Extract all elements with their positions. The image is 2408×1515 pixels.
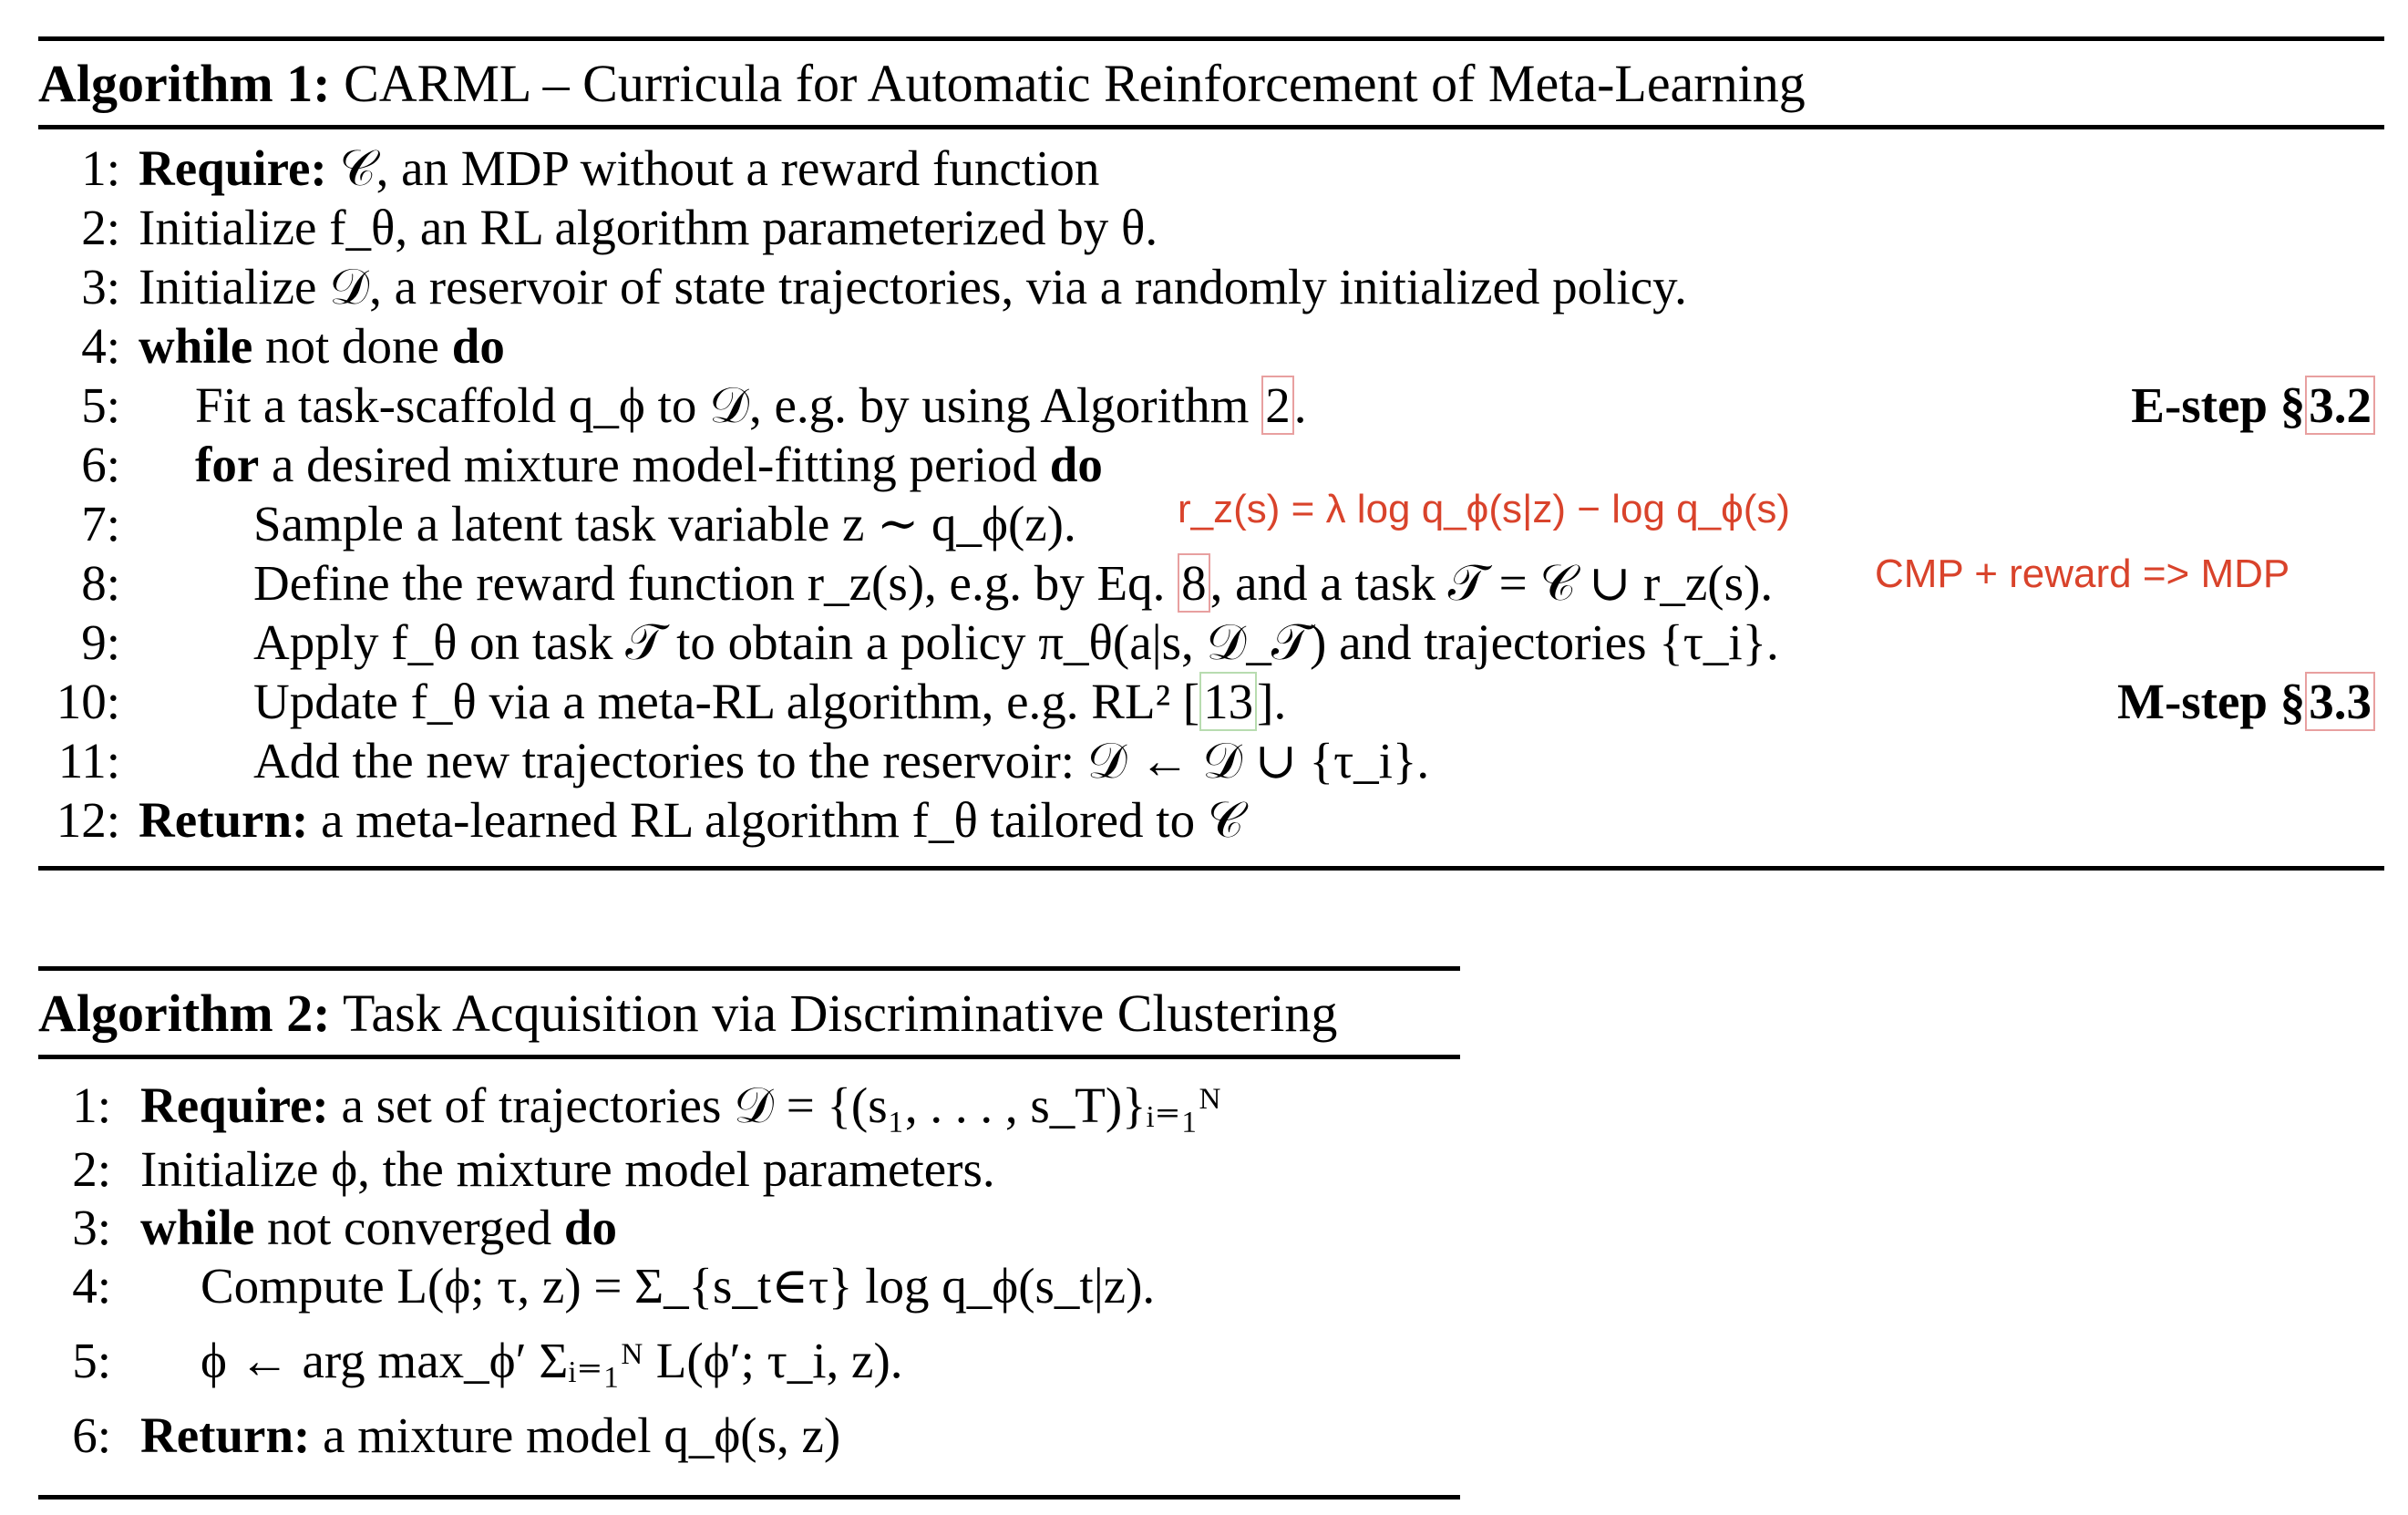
algo1-line-5: 5: Fit a task-scaffold q_ϕ to 𝒟, e.g. by… bbox=[38, 376, 2384, 435]
line-text: Initialize 𝒟, a reservoir of state traje… bbox=[139, 259, 1687, 314]
algo2-line-4: 4: Compute L(ϕ; τ, z) = Σ_{s_t∈τ} log q_… bbox=[38, 1256, 1460, 1331]
line-body: Require: 𝒞, an MDP without a reward func… bbox=[139, 139, 1099, 198]
keyword: Return: bbox=[140, 1407, 311, 1463]
line-text: a set of trajectories 𝒟 = {(s₁, . . . , … bbox=[341, 1077, 1222, 1133]
line-text: Update f_θ via a meta-RL algorithm, e.g.… bbox=[253, 674, 1200, 729]
line-tail: . bbox=[1293, 377, 1307, 433]
step-text: E-step § bbox=[2131, 377, 2306, 433]
line-number: 9: bbox=[81, 614, 120, 670]
algo1-line-9: 9: Apply f_θ on task 𝒯 to obtain a polic… bbox=[38, 613, 2384, 672]
line-number: 2: bbox=[81, 200, 120, 255]
citation-link[interactable]: 13 bbox=[1199, 672, 1258, 731]
keyword: do bbox=[1049, 437, 1103, 492]
keyword: while bbox=[139, 318, 253, 374]
algo2-line-2: 2: Initialize ϕ, the mixture model param… bbox=[38, 1139, 1460, 1198]
algo1-line-8: 8: Define the reward function r_z(s), e.… bbox=[38, 551, 2384, 613]
step-text: M-step § bbox=[2117, 674, 2306, 729]
line-text: Add the new trajectories to the reservoi… bbox=[253, 733, 1430, 788]
algorithm-2-block: Algorithm 2: Task Acquisition via Discri… bbox=[38, 966, 1460, 1500]
line-text: Sample a latent task variable z ∼ q_ϕ(z)… bbox=[253, 496, 1076, 551]
algo1-line-3: 3: Initialize 𝒟, a reservoir of state tr… bbox=[38, 257, 2384, 316]
algorithm-1-block: Algorithm 1: CARML – Curricula for Autom… bbox=[38, 36, 2384, 871]
line-number: 2: bbox=[72, 1141, 111, 1197]
line-text: Compute L(ϕ; τ, z) = Σ_{s_t∈τ} log q_ϕ(s… bbox=[201, 1258, 1156, 1314]
algorithm-reference-link[interactable]: 2 bbox=[1261, 376, 1294, 435]
keyword: do bbox=[563, 1200, 617, 1255]
line-number: 1: bbox=[81, 140, 120, 196]
line-text: a meta-learned RL algorithm f_θ tailored… bbox=[321, 792, 1244, 848]
algo1-line-1: 1: Require: 𝒞, an MDP without a reward f… bbox=[38, 139, 2384, 198]
algorithm-1-title: Algorithm 1: CARML – Curricula for Autom… bbox=[38, 41, 2384, 125]
line-text: Apply f_θ on task 𝒯 to obtain a policy π… bbox=[253, 614, 1779, 670]
algorithm-2-lines: 1: Require: a set of trajectories 𝒟 = {(… bbox=[38, 1059, 1460, 1495]
algo1-line-4: 4: while not done do bbox=[38, 316, 2384, 376]
keyword: while bbox=[140, 1200, 255, 1255]
line-number: 1: bbox=[72, 1077, 111, 1133]
line-tail: ]. bbox=[1257, 674, 1287, 729]
line-body: Return: a meta-learned RL algorithm f_θ … bbox=[139, 790, 1244, 850]
algorithm-2-title: Algorithm 2: Task Acquisition via Discri… bbox=[38, 971, 1460, 1055]
line-number: 11: bbox=[57, 733, 120, 788]
line-body: while not done do bbox=[139, 316, 505, 376]
line-number: 6: bbox=[72, 1407, 111, 1463]
bottom-rule bbox=[38, 1495, 1460, 1500]
algo2-line-3: 3: while not converged do bbox=[38, 1198, 1460, 1256]
line-body: for a desired mixture model-fitting peri… bbox=[195, 435, 1103, 494]
algorithm-1-label: Algorithm 1: bbox=[38, 54, 331, 113]
keyword: Return: bbox=[139, 792, 309, 848]
reward-formula-annotation: r_z(s) = λ log q_ϕ(s|z) − log q_ϕ(s) bbox=[1178, 487, 1791, 531]
algorithm-1-lines: 1: Require: 𝒞, an MDP without a reward f… bbox=[38, 129, 2384, 866]
line-text: Initialize f_θ, an RL algorithm paramete… bbox=[139, 200, 1158, 255]
line-number: 5: bbox=[72, 1333, 111, 1388]
line-number: 5: bbox=[81, 377, 120, 433]
line-text: Define the reward function r_z(s), e.g. … bbox=[253, 555, 1166, 611]
line-number: 6: bbox=[81, 437, 120, 492]
algo1-line-11: 11: Add the new trajectories to the rese… bbox=[38, 731, 2384, 790]
line-number: 3: bbox=[72, 1200, 111, 1255]
line-text: Fit a task-scaffold q_ϕ to 𝒟, e.g. by us… bbox=[195, 377, 1250, 433]
algorithm-2-name: Task Acquisition via Discriminative Clus… bbox=[343, 984, 1338, 1043]
line-text: Initialize ϕ, the mixture model paramete… bbox=[140, 1141, 995, 1197]
line-text: not done bbox=[265, 318, 439, 374]
line-body: while not converged do bbox=[140, 1198, 617, 1257]
section-reference-link[interactable]: 3.3 bbox=[2305, 672, 2375, 731]
line-text: ϕ ← arg max_ϕ′ Σᵢ₌₁ᴺ L(ϕ′; τ_i, z). bbox=[201, 1333, 903, 1388]
line-number: 3: bbox=[81, 259, 120, 314]
line-number: 10: bbox=[56, 674, 120, 729]
keyword: do bbox=[451, 318, 505, 374]
m-step-label: M-step §3.3 bbox=[2117, 672, 2375, 731]
line-text: a desired mixture model-fitting period bbox=[271, 437, 1038, 492]
line-body: Return: a mixture model q_ϕ(s, z) bbox=[140, 1406, 840, 1465]
line-body: Update f_θ via a meta-RL algorithm, e.g.… bbox=[253, 672, 1286, 731]
algo1-line-2: 2: Initialize f_θ, an RL algorithm param… bbox=[38, 198, 2384, 257]
algorithm-1-name: CARML – Curricula for Automatic Reinforc… bbox=[344, 54, 1806, 113]
cmp-note-annotation: CMP + reward => MDP bbox=[1875, 551, 2290, 596]
algo1-line-10: 10: Update f_θ via a meta-RL algorithm, … bbox=[38, 672, 2384, 731]
algo2-line-5: 5: ϕ ← arg max_ϕ′ Σᵢ₌₁ᴺ L(ϕ′; τ_i, z). bbox=[38, 1331, 1460, 1406]
algo2-line-6: 6: Return: a mixture model q_ϕ(s, z) bbox=[38, 1406, 1460, 1464]
line-text: not converged bbox=[267, 1200, 552, 1255]
line-number: 4: bbox=[72, 1258, 111, 1314]
algo1-line-12: 12: Return: a meta-learned RL algorithm … bbox=[38, 790, 2384, 850]
keyword: for bbox=[195, 437, 260, 492]
keyword: Require: bbox=[139, 140, 327, 196]
line-text: a mixture model q_ϕ(s, z) bbox=[323, 1407, 841, 1463]
line-text: 𝒞, an MDP without a reward function bbox=[339, 140, 1100, 196]
algorithm-2-label: Algorithm 2: bbox=[38, 984, 331, 1043]
line-number: 12: bbox=[56, 792, 120, 848]
equation-reference-link[interactable]: 8 bbox=[1178, 553, 1210, 613]
keyword: Require: bbox=[140, 1077, 329, 1133]
line-number: 7: bbox=[81, 496, 120, 551]
line-body: Require: a set of trajectories 𝒟 = {(s₁,… bbox=[140, 1076, 1221, 1135]
line-number: 4: bbox=[81, 318, 120, 374]
line-body: Define the reward function r_z(s), e.g. … bbox=[253, 553, 1773, 613]
line-number: 8: bbox=[81, 555, 120, 611]
e-step-label: E-step §3.2 bbox=[2131, 376, 2375, 435]
algo2-line-1: 1: Require: a set of trajectories 𝒟 = {(… bbox=[38, 1076, 1460, 1139]
section-reference-link[interactable]: 3.2 bbox=[2305, 376, 2375, 435]
line-tail: , and a task 𝒯 = 𝒞 ∪ r_z(s). bbox=[1209, 555, 1774, 611]
bottom-rule bbox=[38, 866, 2384, 871]
line-body: Fit a task-scaffold q_ϕ to 𝒟, e.g. by us… bbox=[195, 376, 1306, 435]
